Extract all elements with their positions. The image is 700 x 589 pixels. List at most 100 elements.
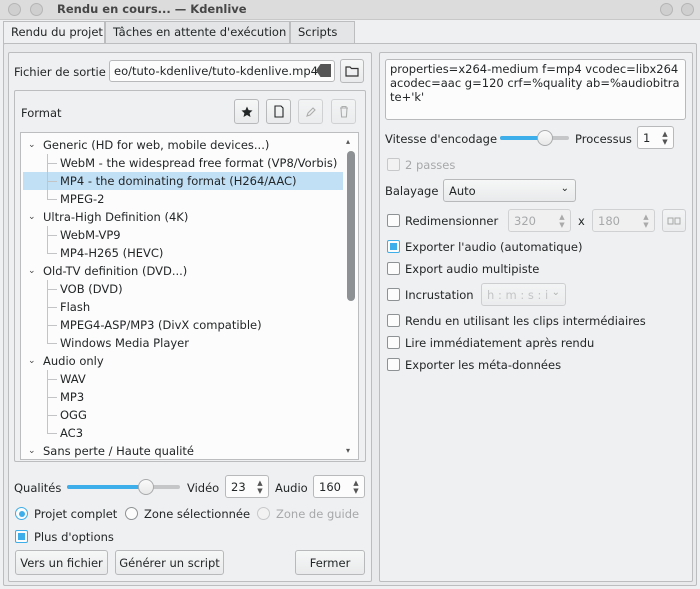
tree-connector <box>47 289 57 290</box>
favorite-button[interactable] <box>234 99 259 124</box>
quality-slider-handle[interactable] <box>138 479 154 495</box>
tree-item[interactable]: MPEG4-ASP/MP3 (DivX compatible) <box>23 316 343 334</box>
tree-item[interactable]: MP4-H265 (HEVC) <box>23 244 343 262</box>
tab-rendu-du-projet[interactable]: Rendu du projet <box>3 21 105 44</box>
encoding-speed-slider[interactable] <box>500 136 569 140</box>
tree-item-label: WebM-VP9 <box>60 228 121 242</box>
audio-quality-spinbox[interactable]: 160 ▲ ▼ <box>313 475 365 498</box>
spin-arrows-icon[interactable]: ▲ ▼ <box>659 130 671 146</box>
tab-label: Tâches en attente d'exécution <box>113 25 287 39</box>
expand-arrow-icon[interactable]: ⌄ <box>28 442 36 459</box>
video-quality-spinbox[interactable]: 23 ▲ ▼ <box>225 475 269 498</box>
scanning-dropdown[interactable]: Auto ⌄ <box>443 179 576 202</box>
two-pass-checkbox[interactable] <box>387 158 400 171</box>
close-button[interactable]: Fermer <box>295 550 365 575</box>
tree-item-label: WAV <box>60 372 86 386</box>
quality-label: Qualités <box>14 481 62 495</box>
expand-arrow-icon[interactable]: ⌄ <box>28 262 36 280</box>
tree-item-label: Flash <box>60 300 91 314</box>
format-tree-scrollbar[interactable]: ▴ ▾ <box>344 133 358 459</box>
more-options-label: Plus d'options <box>34 530 114 544</box>
play-after-checkbox[interactable] <box>387 336 400 349</box>
tree-connector <box>47 343 57 344</box>
properties-textarea[interactable]: properties=x264-medium f=mp4 vcodec=libx… <box>385 59 686 120</box>
edit-profile-button[interactable] <box>298 99 323 124</box>
tree-group[interactable]: ⌄ Audio only <box>23 352 343 370</box>
window-menu-icon[interactable] <box>8 3 21 16</box>
more-options-checkbox[interactable] <box>15 530 28 543</box>
tree-connector <box>47 190 48 199</box>
tree-connector <box>47 181 57 182</box>
quality-slider[interactable] <box>67 485 180 489</box>
tab-label: Scripts <box>298 25 338 39</box>
proxy-clips-checkbox[interactable] <box>387 314 400 327</box>
tree-connector <box>47 334 48 343</box>
tree-item[interactable]: MPEG-2 <box>23 190 343 208</box>
link-ratio-button[interactable] <box>662 209 686 232</box>
browse-folder-button[interactable] <box>340 59 364 83</box>
folder-icon <box>345 66 359 77</box>
tree-item[interactable]: AC3 <box>23 424 343 442</box>
tree-item-label: OGG <box>60 408 87 422</box>
tree-item[interactable]: WebM-VP9 <box>23 226 343 244</box>
resize-width-spinbox[interactable]: 320 ▲ ▼ <box>508 209 571 232</box>
tree-item[interactable]: OGG <box>23 406 343 424</box>
minimize-icon[interactable] <box>660 3 673 16</box>
tree-item[interactable]: MP3 <box>23 388 343 406</box>
tree-item[interactable]: MP4 - the dominating format (H264/AAC) <box>23 172 343 190</box>
tree-group[interactable]: ⌄ Old-TV definition (DVD...) <box>23 262 343 280</box>
resize-checkbox[interactable] <box>387 214 400 227</box>
overlay-checkbox[interactable] <box>387 288 400 301</box>
tree-item[interactable]: VOB (DVD) <box>23 280 343 298</box>
clear-text-icon[interactable] <box>316 64 331 77</box>
output-file-input[interactable]: eo/tuto-kdenlive/tuto-kdenlive.mp4 <box>109 60 335 82</box>
output-file-label: Fichier de sortie <box>14 65 106 79</box>
tree-group[interactable]: ⌄ Generic (HD for web, mobile devices...) <box>23 136 343 154</box>
radio-projet-complet[interactable] <box>15 507 28 520</box>
scroll-down-icon[interactable]: ▾ <box>346 446 350 455</box>
tree-group[interactable]: ⌄ Ultra-High Definition (4K) <box>23 208 343 226</box>
spin-arrows-icon[interactable]: ▲ ▼ <box>556 213 568 229</box>
close-window-icon[interactable] <box>681 3 694 16</box>
overlay-dropdown[interactable]: h : m : s : i ⌄ <box>481 283 566 306</box>
generate-script-button[interactable]: Générer un script <box>115 550 224 575</box>
tree-group[interactable]: ⌄ Sans perte / Haute qualité <box>23 442 343 459</box>
tree-connector <box>47 424 48 433</box>
pin-icon[interactable] <box>30 3 43 16</box>
threads-spinbox[interactable]: 1 ▲ ▼ <box>637 126 674 149</box>
scroll-up-icon[interactable]: ▴ <box>346 137 350 146</box>
scrollbar-thumb[interactable] <box>347 151 355 301</box>
tree-item[interactable]: Windows Media Player <box>23 334 343 352</box>
export-multitrack-label: Export audio multipiste <box>405 262 540 276</box>
render-to-file-button[interactable]: Vers un fichier <box>15 550 108 575</box>
spin-arrows-icon[interactable]: ▲ ▼ <box>254 479 266 495</box>
chevron-down-icon: ⌄ <box>551 287 560 298</box>
export-multitrack-checkbox[interactable] <box>387 262 400 275</box>
properties-text: properties=x264-medium f=mp4 vcodec=libx… <box>390 62 680 104</box>
radio-zone-selectionnee[interactable] <box>125 507 138 520</box>
export-audio-label: Exporter l'audio (automatique) <box>405 240 583 254</box>
expand-arrow-icon[interactable]: ⌄ <box>28 208 36 226</box>
delete-profile-button[interactable] <box>331 99 356 124</box>
radio-zone-de-guide[interactable] <box>257 507 270 520</box>
export-audio-checkbox[interactable] <box>387 240 400 253</box>
expand-arrow-icon[interactable]: ⌄ <box>28 352 36 370</box>
expand-arrow-icon[interactable]: ⌄ <box>28 136 36 154</box>
encoding-speed-slider-handle[interactable] <box>537 130 553 146</box>
audio-quality-label: Audio <box>275 481 308 495</box>
resize-label: Redimensionner <box>405 214 499 228</box>
export-metadata-checkbox[interactable] <box>387 358 400 371</box>
star-icon <box>241 106 252 117</box>
spin-arrows-icon[interactable]: ▲ ▼ <box>640 213 652 229</box>
tab-scripts[interactable]: Scripts <box>290 21 355 43</box>
tree-item[interactable]: WebM - the widespread free format (VP8/V… <box>23 154 343 172</box>
tree-connector <box>47 397 57 398</box>
tree-item-label: WebM - the widespread free format (VP8/V… <box>60 156 338 170</box>
tree-item[interactable]: Flash <box>23 298 343 316</box>
resize-height-spinbox[interactable]: 180 ▲ ▼ <box>592 209 655 232</box>
new-profile-button[interactable] <box>266 99 291 124</box>
tree-item[interactable]: WAV <box>23 370 343 388</box>
tab-taches-en-attente[interactable]: Tâches en attente d'exécution <box>105 21 290 43</box>
spin-arrows-icon[interactable]: ▲ ▼ <box>350 479 362 495</box>
format-label: Format <box>21 106 62 120</box>
